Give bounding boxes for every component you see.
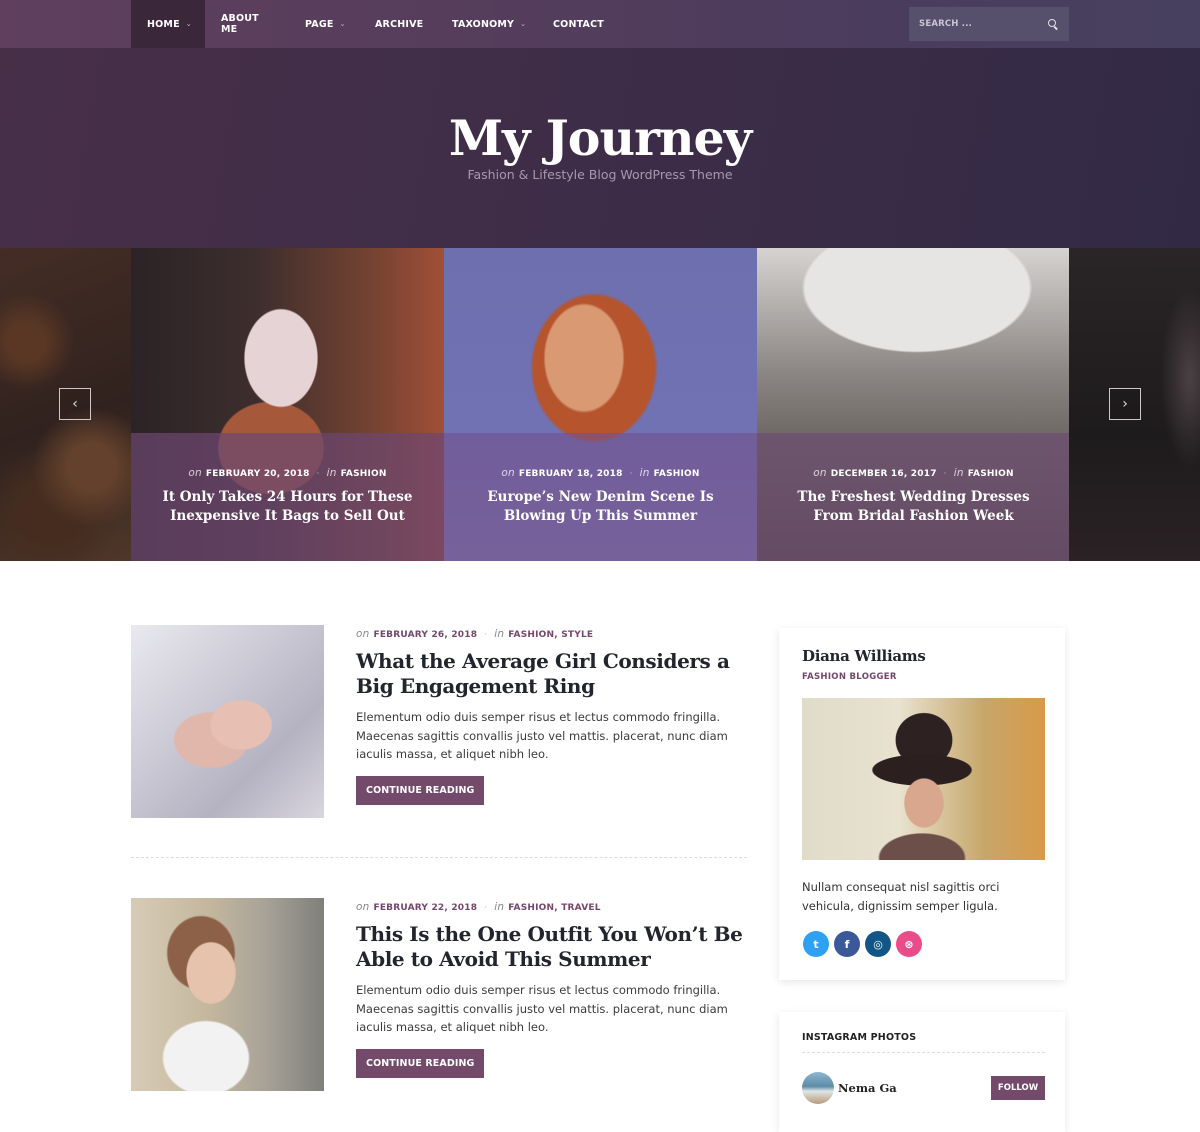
nav-item-about-me[interactable]: ABOUT ME	[205, 0, 289, 48]
nav-item-page[interactable]: PAGE ⌄	[289, 0, 359, 48]
facebook-icon[interactable]: f	[834, 931, 860, 957]
site-title[interactable]: My Journey	[0, 108, 1200, 168]
slide[interactable]: on FEBRUARY 20, 2018 · in FASHION It Only Ta…	[131, 248, 444, 561]
chevron-down-icon: ⌄	[339, 20, 346, 28]
meta-on-label: on	[813, 467, 827, 479]
slide[interactable]: on DECEMBER 16, 2017 · in FASHION The Freshe…	[757, 248, 1070, 561]
nav-label: CONTACT	[553, 18, 604, 30]
slide-category[interactable]: FASHION	[341, 469, 387, 479]
slide-title[interactable]: It Only Takes 24 Hours for These Inexpen…	[153, 488, 423, 525]
chevron-right-icon: ›	[1122, 396, 1128, 412]
continue-reading-button[interactable]: CONTINUE READING	[356, 1048, 485, 1078]
slide-meta: on FEBRUARY 20, 2018 · in FASHION	[131, 467, 444, 479]
nav-label: TAXONOMY	[452, 18, 515, 30]
nav-label: PAGE	[305, 18, 334, 30]
about-widget: Diana Williams FASHION BLOGGER Nullam co…	[779, 628, 1065, 980]
chevron-left-icon: ‹	[72, 396, 78, 412]
nav-item-home[interactable]: HOME ⌄	[131, 0, 205, 48]
meta-in-label: in	[494, 628, 505, 640]
chevron-down-icon: ⌄	[185, 20, 192, 28]
slide-date[interactable]: DECEMBER 16, 2017	[831, 469, 937, 479]
slide-meta: on DECEMBER 16, 2017 · in FASHION	[757, 467, 1070, 479]
slide-caption: on DECEMBER 16, 2017 · in FASHION The Freshe…	[757, 433, 1070, 561]
slide-date[interactable]: FEBRUARY 18, 2018	[519, 469, 623, 479]
instagram-widget: INSTAGRAM PHOTOS Nema Ga FOLLOW	[779, 1012, 1065, 1132]
post-excerpt: Elementum odio duis semper risus et lect…	[356, 983, 728, 1034]
post-thumbnail[interactable]	[131, 625, 324, 818]
meta-in-label: in	[639, 467, 650, 479]
twitter-icon[interactable]: t	[803, 931, 829, 957]
nav-label: ABOUT ME	[221, 13, 259, 35]
meta-in-label: in	[326, 467, 337, 479]
instagram-user: Nema Ga	[802, 1072, 897, 1104]
post-body: on FEBRUARY 26, 2018 · in FASHION, STYLE Wha…	[356, 625, 747, 805]
nav-item-taxonomy[interactable]: TAXONOMY ⌄	[436, 0, 537, 48]
site-branding: My Journey Fashion & Lifestyle Blog Word…	[0, 108, 1200, 182]
search-icon[interactable]	[1047, 18, 1059, 30]
slider-prev-button[interactable]: ‹	[59, 388, 91, 420]
site-tagline: Fashion & Lifestyle Blog WordPress Theme	[467, 167, 733, 182]
slide-title[interactable]: Europe’s New Denim Scene Is Blowing Up T…	[466, 488, 736, 525]
avatar[interactable]	[802, 1072, 834, 1104]
site-header: HOME ⌄ ABOUT ME PAGE ⌄ ARCHIVE TAXONOMY …	[0, 0, 1200, 248]
chevron-down-icon: ⌄	[520, 20, 527, 28]
main-menu: HOME ⌄ ABOUT ME PAGE ⌄ ARCHIVE TAXONOMY …	[131, 0, 617, 48]
post-meta: on FEBRUARY 22, 2018 · in FASHION, TRAVEL	[356, 901, 747, 913]
post-excerpt: Elementum odio duis semper risus et lect…	[356, 710, 728, 761]
nav-item-archive[interactable]: ARCHIVE	[359, 0, 436, 48]
continue-reading-button[interactable]: CONTINUE READING	[356, 775, 485, 805]
post-title[interactable]: What the Average Girl Considers a Big En…	[356, 649, 747, 699]
meta-on-label: on	[501, 467, 515, 479]
author-role: FASHION BLOGGER	[802, 672, 897, 682]
post-categories[interactable]: FASHION, TRAVEL	[508, 903, 600, 913]
nav-label: ARCHIVE	[375, 18, 424, 30]
meta-on-label: on	[188, 467, 202, 479]
meta-separator: ·	[484, 630, 488, 640]
post-date[interactable]: FEBRUARY 22, 2018	[373, 903, 477, 913]
search-box	[909, 7, 1069, 41]
slide[interactable]: on FEBRUARY 18, 2018 · in FASHION Europe’s N…	[444, 248, 757, 561]
slide-caption: on FEBRUARY 20, 2018 · in FASHION It Only Ta…	[131, 433, 444, 561]
slide-category[interactable]: FASHION	[654, 469, 700, 479]
meta-separator: ·	[316, 469, 320, 479]
post-meta: on FEBRUARY 26, 2018 · in FASHION, STYLE	[356, 628, 747, 640]
author-name: Diana Williams	[802, 647, 926, 665]
nav-label: HOME	[147, 18, 180, 30]
author-bio: Nullam consequat nisl sagittis orci vehi…	[802, 880, 1000, 913]
meta-on-label: on	[356, 901, 370, 913]
post-categories[interactable]: FASHION, STYLE	[508, 630, 593, 640]
meta-in-label: in	[494, 901, 505, 913]
post-title[interactable]: This Is the One Outfit You Won’t Be Able…	[356, 922, 747, 972]
slide-category[interactable]: FASHION	[968, 469, 1014, 479]
author-photo	[802, 698, 1045, 860]
nav-item-contact[interactable]: CONTACT	[537, 0, 617, 48]
instagram-username[interactable]: Nema Ga	[838, 1081, 897, 1095]
post-body: on FEBRUARY 22, 2018 · in FASHION, TRAVEL Th…	[356, 898, 747, 1078]
social-links: t f ◎ ⊛	[803, 931, 922, 957]
meta-separator: ·	[629, 469, 633, 479]
follow-button[interactable]: FOLLOW	[991, 1076, 1045, 1100]
slide-meta: on FEBRUARY 18, 2018 · in FASHION	[444, 467, 757, 479]
widget-title: INSTAGRAM PHOTOS	[802, 1032, 917, 1043]
post-divider	[131, 857, 747, 858]
widget-divider	[802, 1052, 1045, 1053]
slide-date[interactable]: FEBRUARY 20, 2018	[206, 469, 310, 479]
post-date[interactable]: FEBRUARY 26, 2018	[373, 630, 477, 640]
slide-title[interactable]: The Freshest Wedding Dresses From Bridal…	[779, 488, 1049, 525]
search-input[interactable]	[919, 19, 1047, 29]
instagram-icon[interactable]: ◎	[865, 931, 891, 957]
slide-caption: on FEBRUARY 18, 2018 · in FASHION Europe’s N…	[444, 433, 757, 561]
slider-next-button[interactable]: ›	[1109, 388, 1141, 420]
meta-separator: ·	[943, 469, 947, 479]
meta-on-label: on	[356, 628, 370, 640]
meta-in-label: in	[953, 467, 964, 479]
meta-separator: ·	[484, 903, 488, 913]
dribbble-icon[interactable]: ⊛	[896, 931, 922, 957]
post-thumbnail[interactable]	[131, 898, 324, 1091]
top-navigation-bar: HOME ⌄ ABOUT ME PAGE ⌄ ARCHIVE TAXONOMY …	[0, 0, 1200, 48]
featured-slider: on FEBRUARY 20, 2018 · in FASHION It Only Ta…	[0, 248, 1200, 561]
